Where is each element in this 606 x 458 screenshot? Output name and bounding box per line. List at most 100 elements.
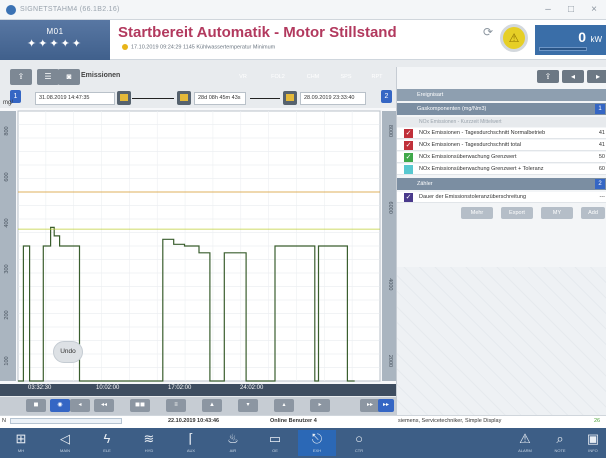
right-axis-badge[interactable]: 2 bbox=[381, 90, 392, 103]
machine-selector[interactable]: M01 ✦✦✦✦✦ bbox=[0, 20, 110, 60]
event-row[interactable]: NOx Emissionsüberwachung Grenzwert + Tol… bbox=[397, 164, 606, 175]
y-tick-label-right: 6000 bbox=[387, 202, 393, 214]
duration-icon[interactable] bbox=[177, 91, 191, 105]
event-value: 50 bbox=[598, 154, 605, 160]
checkbox-icon[interactable]: ✓ bbox=[404, 141, 413, 150]
bottom-nav-mh[interactable]: ⊞ MH bbox=[2, 430, 40, 456]
chip-chm[interactable]: CHM bbox=[296, 70, 330, 84]
bottom-nav-hyd[interactable]: ≋ HYD bbox=[130, 430, 168, 456]
start-date-field[interactable]: 31.08.2019 14:47:35 bbox=[35, 92, 115, 105]
nav-up-button[interactable]: ▲ bbox=[202, 399, 222, 412]
minimize-button[interactable]: – bbox=[540, 3, 556, 16]
y-tick-label-left: 600 bbox=[4, 172, 10, 181]
event-row[interactable]: ✓ Dauer der Emissionstoleranzüberschreit… bbox=[397, 192, 606, 203]
progress-bar bbox=[10, 418, 122, 424]
nav-marker-button[interactable]: ◉ bbox=[50, 399, 70, 412]
checkbox-icon[interactable]: ✓ bbox=[404, 153, 413, 162]
event-row[interactable]: ✓ NOx Emissionen - Tagesdurchschnitt Nor… bbox=[397, 128, 606, 139]
bottom-nav-label: CTR bbox=[354, 448, 364, 453]
event-value: 41 bbox=[598, 130, 605, 136]
machine-stars: ✦✦✦✦✦ bbox=[26, 38, 84, 50]
bottom-nav-icon: ▭ bbox=[268, 431, 282, 446]
event-label: NOx Emissionen - Tagesdurchschnitt Norma… bbox=[419, 130, 546, 136]
list-icon[interactable]: ☰ bbox=[37, 69, 59, 85]
x-tick-label: 03:32:30 bbox=[28, 385, 52, 391]
my-button[interactable]: MY bbox=[541, 207, 573, 219]
maximize-button[interactable]: □ bbox=[563, 3, 579, 16]
window-title: SIGNETSTAHM4 (66.1B2.16) bbox=[20, 6, 120, 13]
chip-sps[interactable]: SPS bbox=[331, 70, 361, 84]
y-unit-label: mg/ bbox=[3, 100, 14, 106]
section1-label: Gaskomponenten (mg/Nm3) bbox=[417, 106, 487, 112]
bottom-nav-info[interactable]: ▣ INFO bbox=[578, 430, 606, 456]
nav-expand-button[interactable]: ▴ bbox=[274, 399, 294, 412]
bottom-nav-note[interactable]: ⌕ NOTE bbox=[545, 430, 575, 456]
nav-fast-back-button[interactable]: ◂◂ bbox=[94, 399, 114, 412]
end-date-field[interactable]: 28.09.2019 23:33:40 bbox=[300, 92, 366, 105]
nav-live-button[interactable]: ▸▸ bbox=[378, 399, 394, 412]
bottom-nav-main[interactable]: ◁ MAIN bbox=[46, 430, 84, 456]
section2-number: 2 bbox=[595, 179, 605, 189]
event-row[interactable]: ✓ NOx Emissionen - Tagesdurchschnitt tot… bbox=[397, 140, 606, 151]
bottom-nav-label: OE bbox=[272, 448, 278, 453]
event-row[interactable]: ✓ NOx Emissionsüberwachung Grenzwert 50 bbox=[397, 152, 606, 163]
nav-fast-forward-button[interactable]: ▸▸ bbox=[360, 399, 380, 412]
nav-back-button[interactable]: ◂ bbox=[70, 399, 90, 412]
export-button[interactable]: Export bbox=[501, 207, 533, 219]
nav-forward-button[interactable]: ▸ bbox=[310, 399, 330, 412]
bottom-nav-label: MAIN bbox=[60, 448, 70, 453]
section-counter[interactable]: Zähler 2 bbox=[397, 178, 606, 190]
export-icon[interactable]: ⇪ bbox=[10, 69, 32, 85]
chip-rpt[interactable]: RPT bbox=[362, 70, 392, 84]
online-users: Online Benutzer 4 bbox=[270, 418, 317, 424]
status-datetime: 22.10.2019 10:43:46 bbox=[168, 418, 220, 424]
x-tick-label: 10:02:00 bbox=[96, 385, 120, 391]
x-tick-label: 24:02:00 bbox=[240, 385, 264, 391]
range-arrow-right bbox=[250, 98, 280, 99]
nav-stop-button[interactable]: ◼ bbox=[26, 399, 46, 412]
event-label: NOx Emissionsüberwachung Grenzwert + Tol… bbox=[419, 166, 544, 172]
y-tick-label-left: 400 bbox=[4, 218, 10, 227]
close-button[interactable]: × bbox=[586, 3, 602, 16]
more-button[interactable]: Mehr bbox=[461, 207, 493, 219]
bottom-nav-oe[interactable]: ▭ OE bbox=[256, 430, 294, 456]
bottom-nav-label: AIR bbox=[229, 448, 237, 453]
checkbox-icon[interactable]: ✓ bbox=[404, 129, 413, 138]
bottom-nav-icon: ⎋ bbox=[311, 431, 323, 446]
bottom-nav-label: ALARM bbox=[518, 448, 532, 453]
refresh-icon[interactable]: ⟳ bbox=[481, 25, 495, 39]
bottom-nav-air[interactable]: ♨ AIR bbox=[214, 430, 252, 456]
status-right-marker: 26 bbox=[594, 418, 601, 424]
panel-next-icon[interactable]: ▸ bbox=[587, 70, 606, 83]
nav-list-button[interactable]: ≡ bbox=[166, 399, 186, 412]
power-level-bar bbox=[539, 47, 587, 51]
add-button[interactable]: Add bbox=[581, 207, 605, 219]
y-tick-label-left: 200 bbox=[4, 310, 10, 319]
start-calendar-icon[interactable] bbox=[117, 91, 131, 105]
nav-collapse-button[interactable]: ▾ bbox=[238, 399, 258, 412]
panel-prev-icon[interactable]: ◂ bbox=[562, 70, 584, 83]
checkbox-icon[interactable] bbox=[404, 165, 413, 174]
bottom-nav-ele[interactable]: ϟ ELE bbox=[88, 430, 126, 456]
bottom-nav-label: HYD bbox=[144, 448, 154, 453]
undo-button[interactable]: Undo bbox=[53, 341, 83, 363]
active-alarm[interactable]: 17.10.2019 09:24:29 1145 Kühlwasser­temp… bbox=[122, 44, 275, 50]
bottom-nav-aux[interactable]: ⌈ AUX bbox=[172, 430, 210, 456]
end-calendar-icon[interactable] bbox=[283, 91, 297, 105]
bottom-nav-ctr[interactable]: ○ CTR bbox=[340, 430, 378, 456]
chip-fol2[interactable]: FOL2 bbox=[261, 70, 295, 84]
checkbox-icon[interactable]: ✓ bbox=[404, 193, 413, 202]
bottom-nav-alarm[interactable]: ⚠ ALARM bbox=[510, 430, 540, 456]
duration-field[interactable]: 28d 08h 45m 43s bbox=[194, 92, 246, 105]
nav-pause-button[interactable]: ◼◼ bbox=[130, 399, 150, 412]
bottom-nav-exh[interactable]: ⎋ EXH bbox=[298, 430, 336, 456]
panel-header-label: Ereignisart bbox=[417, 92, 444, 98]
panel-export-icon[interactable]: ⇪ bbox=[537, 70, 559, 83]
panel-header-row: Ereignisart bbox=[397, 89, 606, 101]
camera-icon[interactable]: ◙ bbox=[58, 69, 80, 85]
warning-icon[interactable]: ⚠ bbox=[500, 24, 528, 52]
status-left-marker: N bbox=[2, 418, 6, 424]
section-gas-components[interactable]: Gaskomponenten (mg/Nm3) 1 bbox=[397, 103, 606, 115]
chip-vr[interactable]: VR bbox=[226, 70, 260, 84]
left-axis-strip bbox=[0, 111, 16, 381]
